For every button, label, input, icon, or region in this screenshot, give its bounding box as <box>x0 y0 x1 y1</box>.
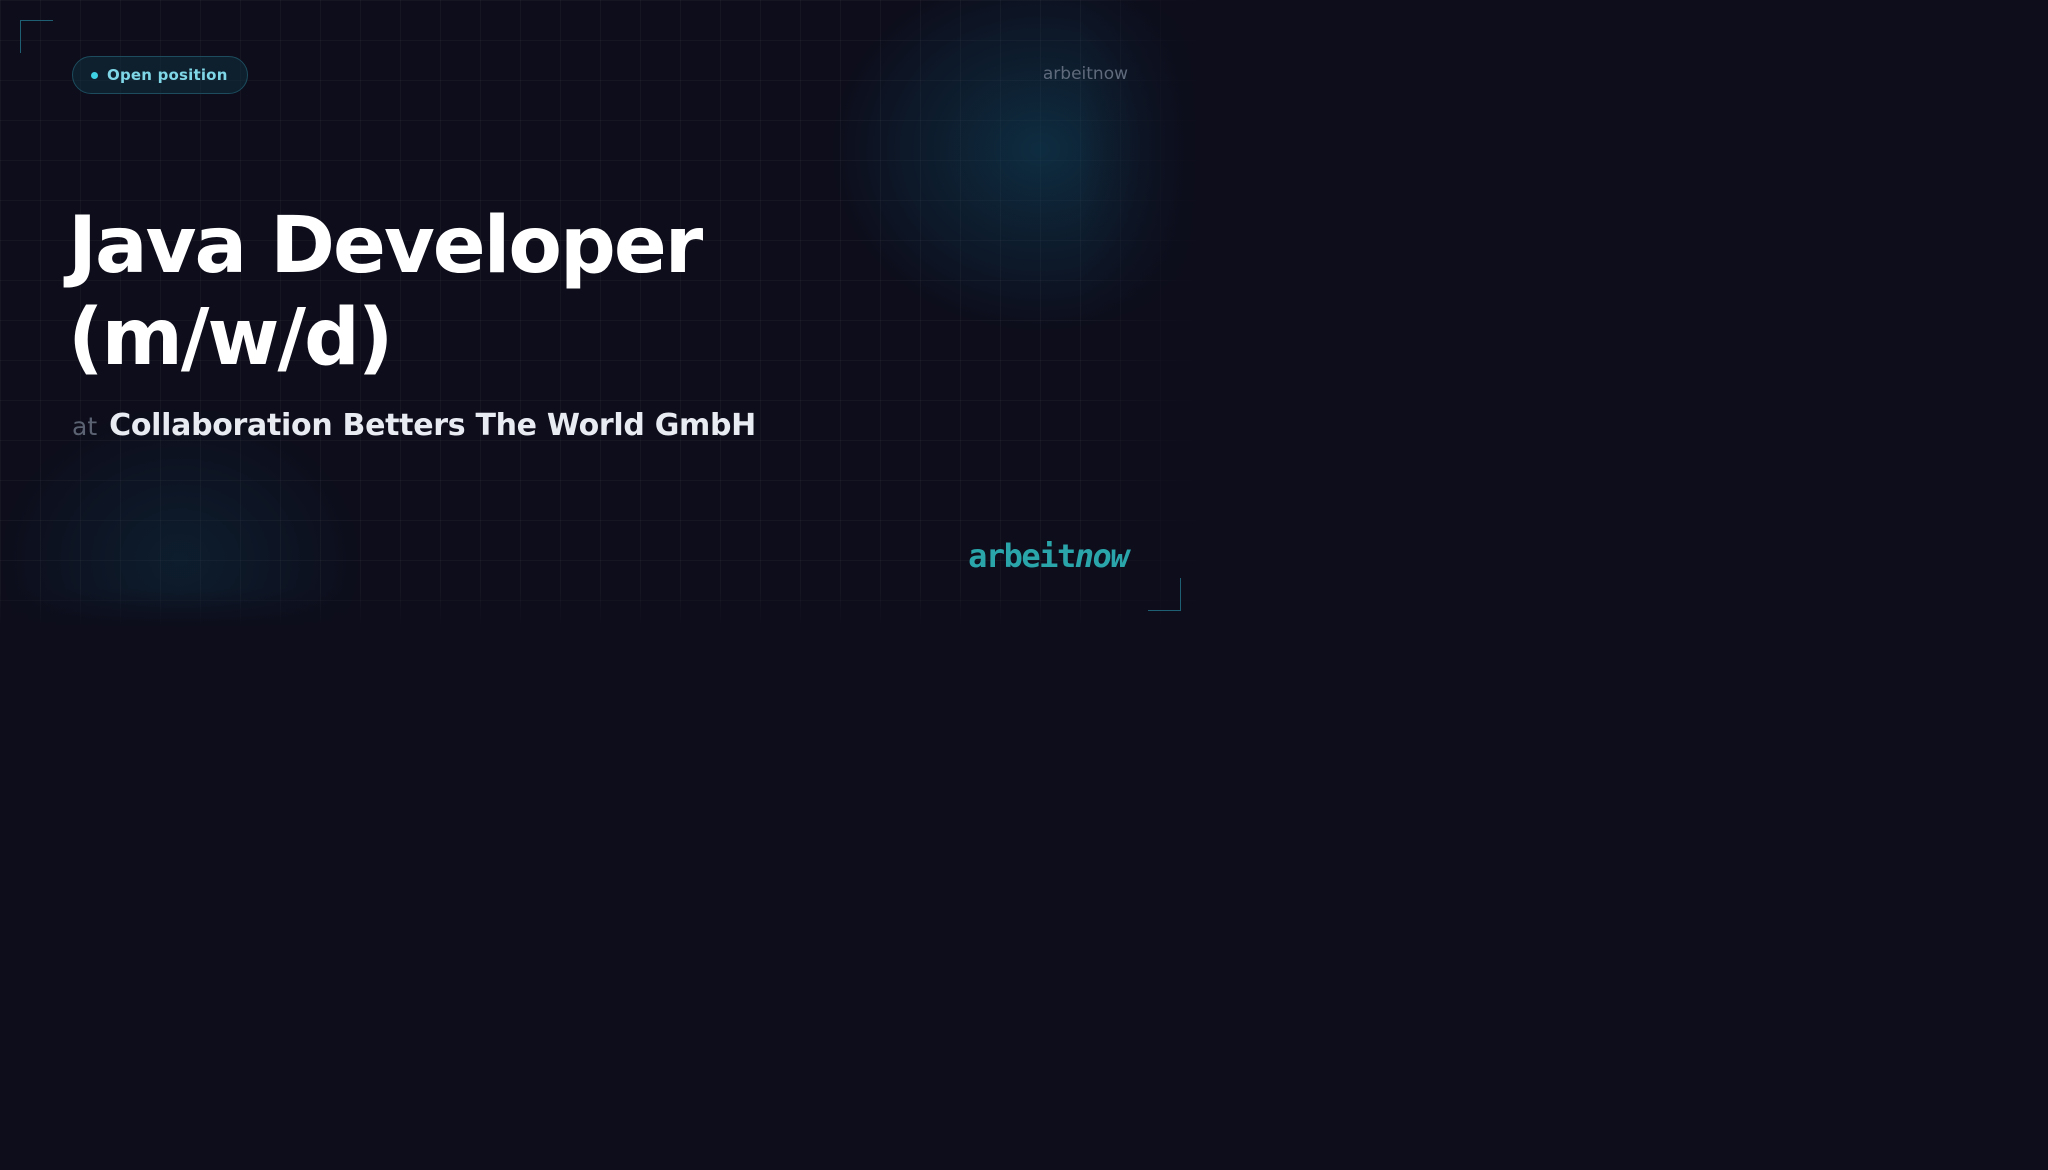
company-name: Collaboration Betters The World GmbH <box>109 408 756 443</box>
status-dot-icon <box>91 71 98 79</box>
open-position-badge: Open position <box>72 56 248 94</box>
company-line: at Collaboration Betters The World GmbH <box>72 408 756 443</box>
logo-text-arbeit: arbeit <box>968 537 1076 575</box>
card-fade-right <box>1080 0 1200 628</box>
badge-label: Open position <box>107 66 228 84</box>
at-label: at <box>72 412 98 441</box>
card-fade-bottom <box>0 588 1200 628</box>
corner-bracket-top-left <box>20 20 53 53</box>
job-title-line-1: Java Developer <box>68 201 703 291</box>
page: Open position arbeitnow Java Developer (… <box>0 0 2048 1170</box>
logo-text-now: now <box>1074 537 1130 575</box>
job-card: Open position arbeitnow Java Developer (… <box>0 0 1200 628</box>
job-title: Java Developer (m/w/d) <box>68 200 968 384</box>
job-title-line-2: (m/w/d) <box>68 293 393 383</box>
corner-bracket-bottom-right <box>1148 578 1181 611</box>
brand-name: arbeitnow <box>1042 64 1128 84</box>
arbeitnow-logo: arbeitnow <box>930 537 1130 575</box>
